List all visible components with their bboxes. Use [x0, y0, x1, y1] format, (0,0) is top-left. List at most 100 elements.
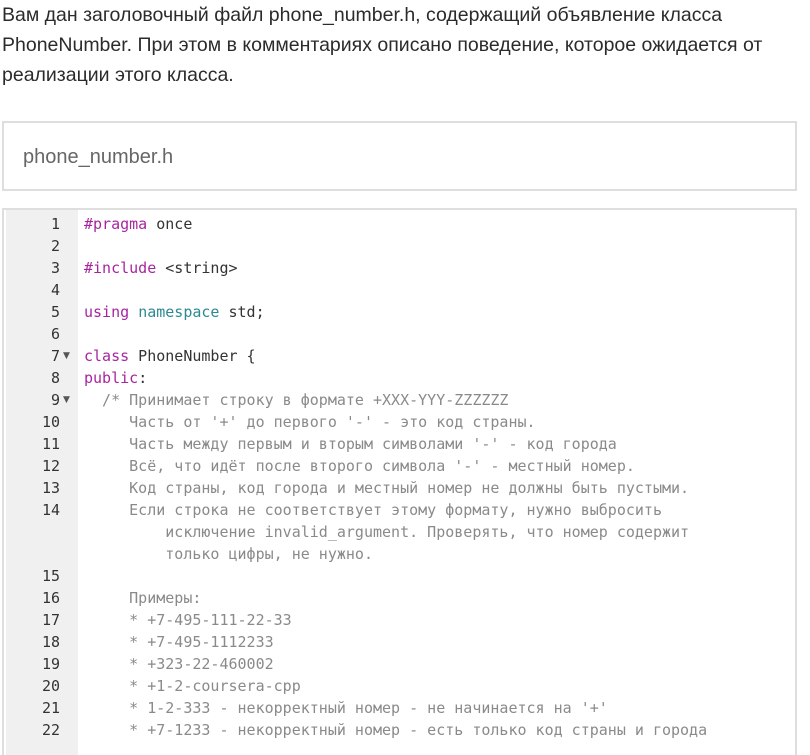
- line-number: 15: [41, 567, 60, 585]
- code-token: <string>: [156, 259, 238, 277]
- line-number: 21: [41, 699, 60, 717]
- code-line[interactable]: 14 Если строка не соответствует этому фо…: [6, 499, 795, 565]
- code-line[interactable]: 20 * +1-2-coursera-cpp: [6, 675, 795, 697]
- fold-arrow-down-icon[interactable]: ▼: [63, 389, 70, 411]
- line-number: 18: [41, 633, 60, 651]
- line-number: 11: [41, 435, 60, 453]
- line-number: 14: [41, 501, 60, 519]
- code-token: Всё, что идёт после второго символа '-' …: [84, 457, 635, 475]
- code-text: * +323-22-460002: [84, 653, 795, 675]
- line-number: 7: [50, 347, 60, 365]
- code-line[interactable]: 3 #include <string>: [6, 257, 795, 279]
- code-line[interactable]: 2: [6, 235, 795, 257]
- code-editor[interactable]: 1 #pragma once 2 3 #include <string> 4 5 usin…: [2, 208, 797, 755]
- code-wrapped-text: только цифры, не нужно.: [84, 545, 373, 563]
- line-number: 10: [41, 413, 60, 431]
- code-token: * +7-1233 - некорректный номер - есть то…: [84, 721, 708, 739]
- code-text: Часть от '+' до первого '-' - это код ст…: [84, 411, 795, 433]
- code-text: /* Принимает строку в формате +XXX-YYY-Z…: [84, 389, 795, 411]
- line-number: 1: [50, 215, 60, 233]
- code-token: Код страны, код города и местный номер н…: [84, 479, 690, 497]
- file-tab-label: phone_number.h: [23, 146, 174, 168]
- code-line[interactable]: 12 Всё, что идёт после второго символа '…: [6, 455, 795, 477]
- code-line[interactable]: 18 * +7-495-1112233: [6, 631, 795, 653]
- code-text: class PhoneNumber {: [84, 345, 795, 367]
- line-number: 13: [41, 479, 60, 497]
- fold-arrow-down-icon[interactable]: ▼: [63, 345, 70, 367]
- code-token: #include: [84, 259, 157, 277]
- line-number: 16: [41, 589, 60, 607]
- line-number: 4: [50, 281, 60, 299]
- code-line[interactable]: 4: [6, 279, 795, 301]
- code-token: public: [84, 369, 139, 387]
- code-line[interactable]: 10 Часть от '+' до первого '-' - это код…: [6, 411, 795, 433]
- code-token: #pragma: [84, 215, 148, 233]
- code-text: * +7-495-111-22-33: [84, 609, 795, 631]
- code-token: Если строка не соответствует этому форма…: [84, 501, 662, 519]
- code-wrapped-text: исключение invalid_argument. Проверять, …: [84, 523, 690, 541]
- code-token: once: [147, 215, 193, 233]
- line-number: 17: [41, 611, 60, 629]
- code-text: public:: [84, 367, 795, 389]
- code-line[interactable]: 22 * +7-1233 - некорректный номер - есть…: [6, 719, 795, 741]
- code-text: * +7-495-1112233: [84, 631, 795, 653]
- line-number: 6: [50, 325, 60, 343]
- task-description: Вам дан заголовочный файл phone_number.h…: [2, 4, 763, 86]
- code-text: using namespace std;: [84, 301, 795, 323]
- code-line[interactable]: 5 using namespace std;: [6, 301, 795, 323]
- code-token: std;: [219, 303, 265, 321]
- code-token: :: [138, 369, 148, 387]
- code-text: Примеры:: [84, 587, 795, 609]
- line-number: 12: [41, 457, 60, 475]
- code-text: Часть между первым и вторым символами '-…: [84, 433, 795, 455]
- line-number: 2: [50, 237, 60, 255]
- line-number: 20: [41, 677, 60, 695]
- code-token: Примеры:: [84, 589, 202, 607]
- line-number: 19: [41, 655, 60, 673]
- code-token: * 1-2-333 - некорректный номер - не начи…: [84, 699, 608, 717]
- code-token: using: [84, 303, 130, 321]
- code-token: class: [84, 347, 130, 365]
- code-token: * +7-495-1112233: [84, 633, 274, 651]
- code-line[interactable]: 7 ▼ class PhoneNumber {: [6, 345, 795, 367]
- code-line[interactable]: 9 ▼ /* Принимает строку в формате +XXX-YY…: [6, 389, 795, 411]
- code-line[interactable]: 6: [6, 323, 795, 345]
- line-number: 3: [50, 259, 60, 277]
- code-text: * 1-2-333 - некорректный номер - не начи…: [84, 697, 795, 719]
- code-line[interactable]: 15: [6, 565, 795, 587]
- code-line[interactable]: 17 * +7-495-111-22-33: [6, 609, 795, 631]
- code-text: * +7-1233 - некорректный номер - есть то…: [84, 719, 795, 741]
- code-line[interactable]: 1 #pragma once: [6, 213, 795, 235]
- line-number: 5: [50, 303, 60, 321]
- code-token: * +323-22-460002: [84, 655, 274, 673]
- code-line[interactable]: 16 Примеры:: [6, 587, 795, 609]
- code-line[interactable]: 21 * 1-2-333 - некорректный номер - не н…: [6, 697, 795, 719]
- code-line[interactable]: 19 * +323-22-460002: [6, 653, 795, 675]
- code-text: * +1-2-coursera-cpp: [84, 675, 795, 697]
- code-lines: 1 #pragma once 2 3 #include <string> 4 5 usin…: [6, 213, 795, 741]
- code-line[interactable]: 11 Часть между первым и вторым символами…: [6, 433, 795, 455]
- code-token: Часть от '+' до первого '-' - это код ст…: [84, 413, 536, 431]
- code-token: * +7-495-111-22-33: [84, 611, 292, 629]
- code-text: Код страны, код города и местный номер н…: [84, 477, 795, 499]
- line-number: 8: [50, 369, 60, 387]
- code-line[interactable]: 13 Код страны, код города и местный номе…: [6, 477, 795, 499]
- code-text: Всё, что идёт после второго символа '-' …: [84, 455, 795, 477]
- code-token: PhoneNumber {: [129, 347, 256, 365]
- code-token: namespace: [138, 303, 220, 321]
- code-line[interactable]: 8 public:: [6, 367, 795, 389]
- code-text: #pragma once: [84, 213, 795, 235]
- code-text: #include <string>: [84, 257, 795, 279]
- code-token: * +1-2-coursera-cpp: [84, 677, 301, 695]
- code-token: Часть между первым и вторым символами '-…: [84, 435, 617, 453]
- line-number: 22: [41, 721, 60, 739]
- file-tab-phone-number-h[interactable]: phone_number.h: [2, 121, 797, 191]
- code-token: /* Принимает строку в формате +XXX-YYY-Z…: [84, 391, 509, 409]
- line-number: 9: [50, 391, 60, 409]
- code-text: Если строка не соответствует этому форма…: [84, 499, 795, 521]
